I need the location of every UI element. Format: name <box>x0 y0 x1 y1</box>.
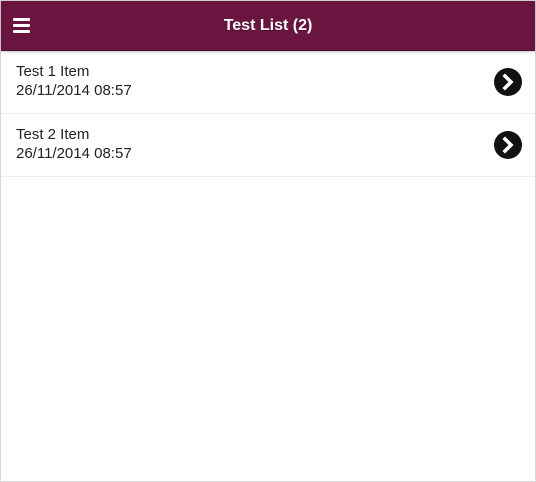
list-item-name: Test 2 Item <box>16 126 90 143</box>
list-item-name: Test 1 Item <box>16 63 90 80</box>
item-list: Test 1 Item 26/11/2014 08:57 Test 2 Item… <box>1 51 535 177</box>
list-item[interactable]: Test 2 Item 26/11/2014 08:57 <box>1 114 535 177</box>
list-item-date: 26/11/2014 08:57 <box>16 145 132 162</box>
header-bar: Test List (2) <box>1 1 535 51</box>
chevron-right-circle-icon[interactable] <box>494 131 522 159</box>
page-title: Test List (2) <box>223 17 313 34</box>
app-window: Test List (2) Test 1 Item 26/11/2014 08:… <box>0 0 536 482</box>
list-item-date: 26/11/2014 08:57 <box>16 82 132 99</box>
chevron-right-circle-icon[interactable] <box>494 68 522 96</box>
list-item[interactable]: Test 1 Item 26/11/2014 08:57 <box>1 51 535 114</box>
